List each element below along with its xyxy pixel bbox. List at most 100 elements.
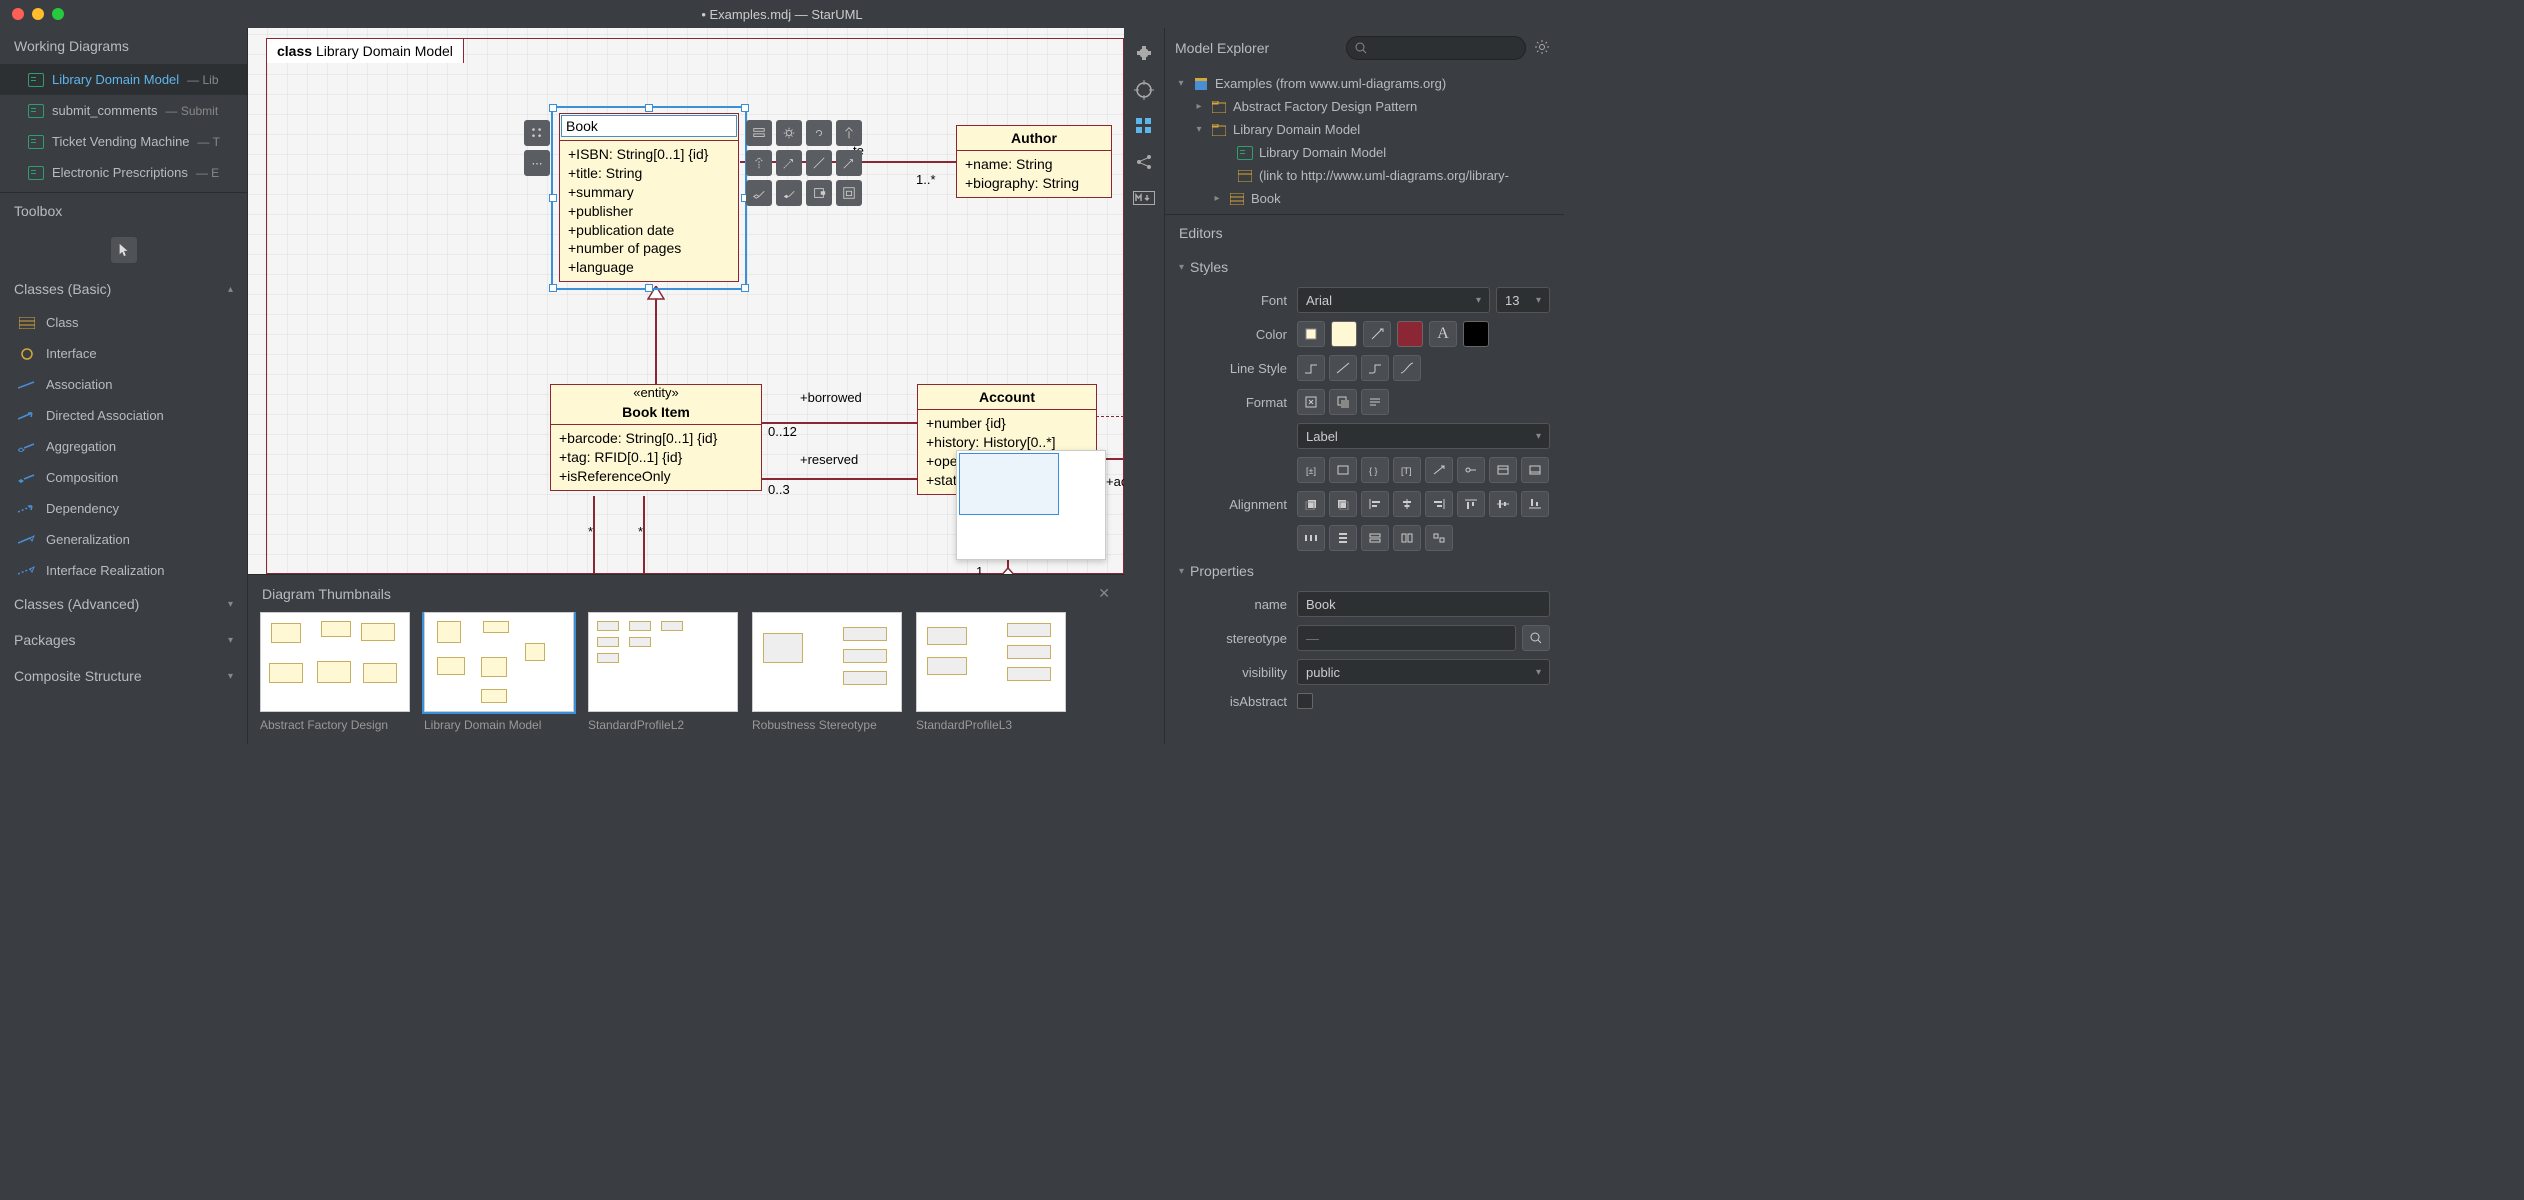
suppress-attr-button[interactable] xyxy=(1489,457,1517,483)
target-icon[interactable] xyxy=(1132,78,1156,102)
tool-class[interactable]: Class xyxy=(0,307,247,338)
quick-link-button[interactable] xyxy=(806,120,832,146)
prop-stereotype-input[interactable] xyxy=(1297,625,1516,651)
section-classes-basic[interactable]: Classes (Basic) ▴ xyxy=(0,271,247,307)
section-classes-advanced[interactable]: Classes (Advanced) ▾ xyxy=(0,586,247,622)
tree-node-root[interactable]: ▾ Examples (from www.uml-diagrams.org) xyxy=(1165,72,1564,95)
styles-section[interactable]: ▾ Styles xyxy=(1165,251,1564,283)
quick-settings-button[interactable] xyxy=(776,120,802,146)
tool-generalization[interactable]: Generalization xyxy=(0,524,247,555)
association-line[interactable] xyxy=(761,478,917,480)
extension-icon[interactable] xyxy=(1132,42,1156,66)
name-edit-input[interactable] xyxy=(561,115,737,137)
quick-composition-button[interactable] xyxy=(776,180,802,206)
section-packages[interactable]: Packages ▾ xyxy=(0,622,247,658)
send-back-button[interactable] xyxy=(1329,491,1357,517)
line-style-oblique[interactable] xyxy=(1329,355,1357,381)
tool-aggregation[interactable]: Aggregation xyxy=(0,431,247,462)
thumbnail-item[interactable]: Library Domain Model xyxy=(424,612,574,732)
quick-visibility-button[interactable] xyxy=(524,120,550,146)
association-line[interactable] xyxy=(643,496,645,574)
quick-generalization-button[interactable] xyxy=(836,120,862,146)
show-namespace-button[interactable] xyxy=(1329,457,1357,483)
font-family-select[interactable]: Arial▾ xyxy=(1297,287,1490,313)
maximize-window-button[interactable] xyxy=(52,8,64,20)
chevron-down-icon[interactable]: ▾ xyxy=(1193,124,1205,135)
align-middle-button[interactable] xyxy=(1489,491,1517,517)
tree-node[interactable]: ▸ Book xyxy=(1165,187,1564,210)
quick-aggregation-button[interactable] xyxy=(746,180,772,206)
dist-vertical-button[interactable] xyxy=(1329,525,1357,551)
working-diagram-item[interactable]: Electronic Prescriptions — E xyxy=(0,157,247,188)
prop-visibility-select[interactable]: public▾ xyxy=(1297,659,1550,685)
prop-isabstract-checkbox[interactable] xyxy=(1297,693,1313,709)
show-op-sig-button[interactable] xyxy=(1457,457,1485,483)
tree-node[interactable]: Library Domain Model xyxy=(1165,141,1564,164)
tool-composition[interactable]: Composition xyxy=(0,462,247,493)
suppress-op-button[interactable] xyxy=(1521,457,1549,483)
quick-more-button[interactable]: ⋯ xyxy=(524,150,550,176)
same-height-button[interactable] xyxy=(1393,525,1421,551)
quick-add-attribute-button[interactable] xyxy=(746,120,772,146)
line-style-curved[interactable] xyxy=(1393,355,1421,381)
generalization-line[interactable] xyxy=(655,286,657,394)
gear-icon[interactable] xyxy=(1534,39,1554,58)
format-show-shadow[interactable] xyxy=(1329,389,1357,415)
quick-directed-button[interactable] xyxy=(836,150,862,176)
show-property-button[interactable]: { } xyxy=(1361,457,1389,483)
tool-interface-realization[interactable]: Interface Realization xyxy=(0,555,247,586)
show-visibility-button[interactable]: [±] xyxy=(1297,457,1325,483)
align-right-button[interactable] xyxy=(1425,491,1453,517)
stereotype-display-select[interactable]: Label▾ xyxy=(1297,423,1550,449)
tool-directed-association[interactable]: Directed Association xyxy=(0,400,247,431)
explorer-search-input[interactable] xyxy=(1346,36,1527,60)
chevron-down-icon[interactable]: ▾ xyxy=(1175,78,1187,89)
chevron-right-icon[interactable]: ▸ xyxy=(1193,101,1205,112)
align-center-button[interactable] xyxy=(1393,491,1421,517)
dependency-line[interactable] xyxy=(1096,416,1124,417)
tree-node[interactable]: ▾ Library Domain Model xyxy=(1165,118,1564,141)
show-multiplicity-button[interactable] xyxy=(1425,457,1453,483)
section-composite[interactable]: Composite Structure ▾ xyxy=(0,658,247,694)
select-tool[interactable] xyxy=(111,237,137,263)
same-width-button[interactable] xyxy=(1361,525,1389,551)
grid-icon[interactable] xyxy=(1132,114,1156,138)
quick-realization-button[interactable] xyxy=(746,150,772,176)
class-author[interactable]: Author +name: String +biography: String xyxy=(956,125,1112,198)
stereotype-browse-button[interactable] xyxy=(1522,625,1550,651)
show-type-button[interactable]: [T] xyxy=(1393,457,1421,483)
working-diagram-item[interactable]: Library Domain Model — Lib xyxy=(0,64,247,95)
tree-node[interactable]: (link to http://www.uml-diagrams.org/lib… xyxy=(1165,164,1564,187)
line-color-tool[interactable] xyxy=(1363,321,1391,347)
close-thumbnails-button[interactable]: ✕ xyxy=(1098,585,1110,602)
thumbnail-item[interactable]: StandardProfileL2 xyxy=(588,612,738,732)
dist-horizontal-button[interactable] xyxy=(1297,525,1325,551)
class-book-item[interactable]: «entity» Book Item +barcode: String[0..1… xyxy=(550,384,762,491)
fill-color-tool[interactable] xyxy=(1297,321,1325,347)
thumbnail-item[interactable]: Robustness Stereotype xyxy=(752,612,902,732)
line-style-rounded[interactable] xyxy=(1361,355,1389,381)
quick-part-button[interactable] xyxy=(836,180,862,206)
minimap[interactable] xyxy=(956,450,1106,560)
tree-node[interactable]: ▸ Abstract Factory Design Pattern xyxy=(1165,95,1564,118)
prop-name-input[interactable] xyxy=(1297,591,1550,617)
association-line[interactable] xyxy=(593,496,595,574)
working-diagram-item[interactable]: Ticket Vending Machine — T xyxy=(0,126,247,157)
text-color-tool[interactable]: A xyxy=(1429,321,1457,347)
align-top-button[interactable] xyxy=(1457,491,1485,517)
bring-front-button[interactable] xyxy=(1297,491,1325,517)
class-book[interactable]: +ISBN: String[0..1] {id} +title: String … xyxy=(559,113,739,282)
close-window-button[interactable] xyxy=(12,8,24,20)
text-color-swatch[interactable] xyxy=(1463,321,1489,347)
fill-color-swatch[interactable] xyxy=(1331,321,1357,347)
tool-dependency[interactable]: Dependency xyxy=(0,493,247,524)
format-word-wrap[interactable] xyxy=(1361,389,1389,415)
same-size-button[interactable] xyxy=(1425,525,1453,551)
tool-interface[interactable]: Interface xyxy=(0,338,247,369)
working-diagram-item[interactable]: submit_comments — Submit xyxy=(0,95,247,126)
minimize-window-button[interactable] xyxy=(32,8,44,20)
chevron-right-icon[interactable]: ▸ xyxy=(1211,193,1223,204)
quick-association-button[interactable] xyxy=(806,150,832,176)
format-auto-resize[interactable] xyxy=(1297,389,1325,415)
tool-association[interactable]: Association xyxy=(0,369,247,400)
